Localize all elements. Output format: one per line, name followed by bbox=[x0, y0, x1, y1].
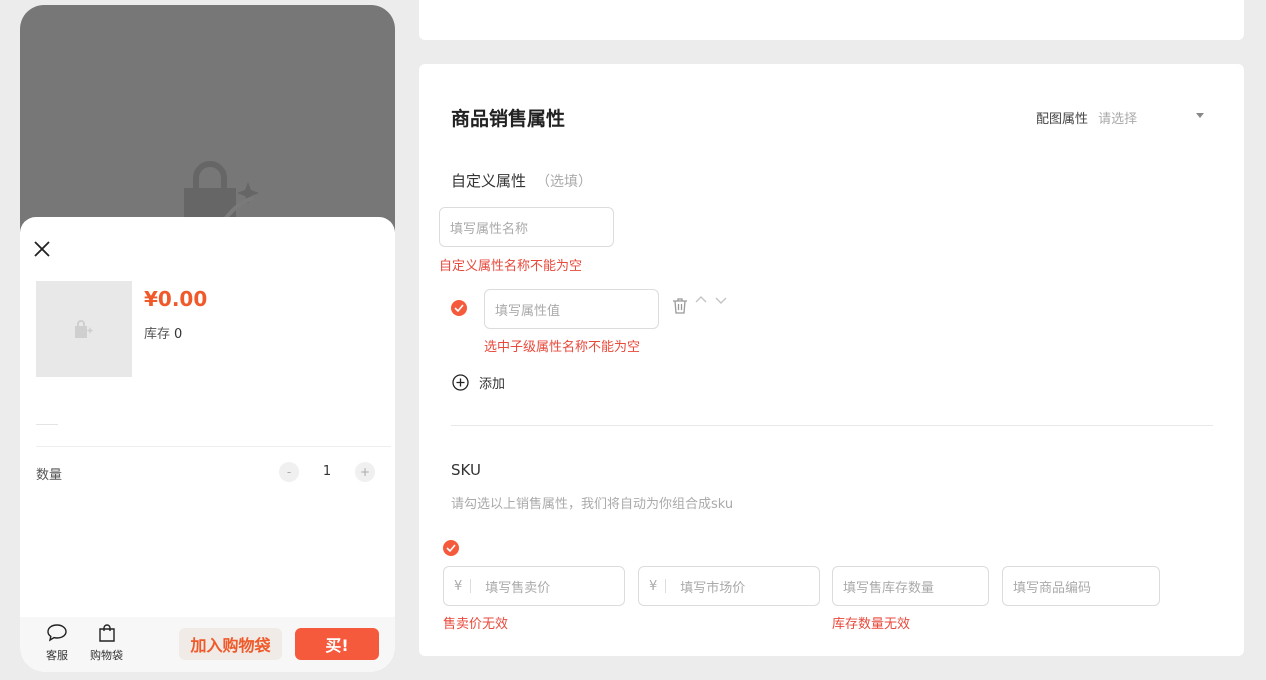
quantity-decrease-button[interactable]: - bbox=[279, 462, 299, 482]
sku-selector-sheet: ¥0.00 库存 0 数量 - 1 + 客服 购物袋 加入购物袋 买! bbox=[20, 217, 395, 672]
custom-attribute-label: 自定义属性 bbox=[451, 172, 527, 190]
bottom-action-bar: 客服 购物袋 加入购物袋 买! bbox=[20, 617, 395, 672]
market-price-placeholder: 填写市场价 bbox=[680, 580, 746, 596]
trash-icon[interactable] bbox=[672, 297, 688, 315]
section-divider bbox=[451, 425, 1213, 426]
attribute-name-error: 自定义属性名称不能为空 bbox=[439, 259, 583, 274]
add-label: 添加 bbox=[479, 377, 506, 392]
check-icon bbox=[454, 304, 464, 312]
input-separator bbox=[665, 579, 667, 593]
image-placeholder-icon bbox=[75, 320, 94, 338]
attribute-placeholder-line bbox=[36, 424, 58, 425]
sku-title: SKU bbox=[451, 461, 481, 479]
customer-service-button[interactable]: 客服 bbox=[46, 623, 68, 663]
stock-quantity-placeholder: 填写售库存数量 bbox=[843, 580, 935, 596]
optional-hint: （选填） bbox=[536, 174, 593, 190]
move-down-icon[interactable] bbox=[715, 295, 727, 305]
previous-section-card bbox=[419, 0, 1244, 40]
chevron-down-icon bbox=[1196, 113, 1205, 118]
image-attribute-placeholder: 请选择 bbox=[1098, 112, 1138, 127]
customer-service-label: 客服 bbox=[46, 649, 68, 662]
sale-price-error: 售卖价无效 bbox=[443, 617, 509, 632]
sku-hint: 请勾选以上销售属性，我们将自动为你组合成sku bbox=[451, 497, 734, 512]
quantity-value: 1 bbox=[322, 464, 332, 479]
image-attribute-label: 配图属性 bbox=[1036, 112, 1089, 127]
shopping-bag-icon bbox=[98, 624, 115, 642]
close-icon[interactable] bbox=[32, 239, 52, 259]
market-price-input[interactable]: ¥ 填写市场价 bbox=[638, 566, 820, 606]
section-title: 商品销售属性 bbox=[451, 108, 566, 130]
add-to-bag-button[interactable]: 加入购物袋 bbox=[179, 628, 282, 660]
custom-attribute-heading: 自定义属性 （选填） bbox=[451, 170, 592, 191]
currency-symbol: ¥ bbox=[454, 578, 463, 594]
quantity-increase-button[interactable]: + bbox=[355, 462, 375, 482]
image-attribute-select[interactable]: 请选择 bbox=[1098, 108, 1205, 127]
add-attribute-button[interactable]: 添加 bbox=[452, 373, 505, 392]
buy-button[interactable]: 买! bbox=[295, 628, 379, 660]
phone-preview: ¥0.00 库存 0 数量 - 1 + 客服 购物袋 加入购物袋 买! bbox=[20, 5, 395, 672]
product-code-placeholder: 填写商品编码 bbox=[1013, 580, 1092, 596]
stock-info: 库存 0 bbox=[144, 323, 182, 342]
sales-attributes-card: 商品销售属性 配图属性 请选择 自定义属性 （选填） 填写属性名称 自定义属性名称… bbox=[419, 64, 1244, 656]
sku-select-all-checkbox[interactable] bbox=[443, 540, 459, 556]
product-price: ¥0.00 bbox=[144, 287, 208, 311]
attribute-value-input[interactable]: 填写属性值 bbox=[484, 289, 659, 329]
attribute-name-placeholder: 填写属性名称 bbox=[450, 221, 529, 237]
sale-price-placeholder: 填写售卖价 bbox=[485, 580, 551, 596]
stock-value: 0 bbox=[174, 327, 183, 342]
stock-quantity-error: 库存数量无效 bbox=[832, 617, 911, 632]
product-code-input[interactable]: 填写商品编码 bbox=[1002, 566, 1160, 606]
move-up-icon[interactable] bbox=[695, 295, 707, 305]
currency-symbol: ¥ bbox=[649, 578, 658, 594]
chat-bubble-icon bbox=[47, 624, 67, 642]
stock-quantity-input[interactable]: 填写售库存数量 bbox=[832, 566, 989, 606]
attribute-value-error: 选中子级属性名称不能为空 bbox=[484, 340, 641, 355]
check-icon bbox=[446, 544, 456, 552]
stock-label: 库存 bbox=[144, 327, 171, 342]
attribute-value-checkbox[interactable] bbox=[451, 300, 467, 316]
shopping-bag-label: 购物袋 bbox=[90, 649, 123, 662]
product-thumbnail bbox=[36, 281, 132, 377]
image-attribute-control: 配图属性 请选择 bbox=[1036, 108, 1205, 127]
quantity-label: 数量 bbox=[36, 468, 63, 483]
divider bbox=[36, 446, 391, 447]
sale-price-input[interactable]: ¥ 填写售卖价 bbox=[443, 566, 625, 606]
shopping-bag-button[interactable]: 购物袋 bbox=[90, 623, 123, 663]
attribute-name-input[interactable]: 填写属性名称 bbox=[439, 207, 614, 247]
input-separator bbox=[470, 579, 472, 593]
attribute-value-placeholder: 填写属性值 bbox=[495, 303, 561, 319]
plus-circle-icon bbox=[452, 374, 469, 391]
